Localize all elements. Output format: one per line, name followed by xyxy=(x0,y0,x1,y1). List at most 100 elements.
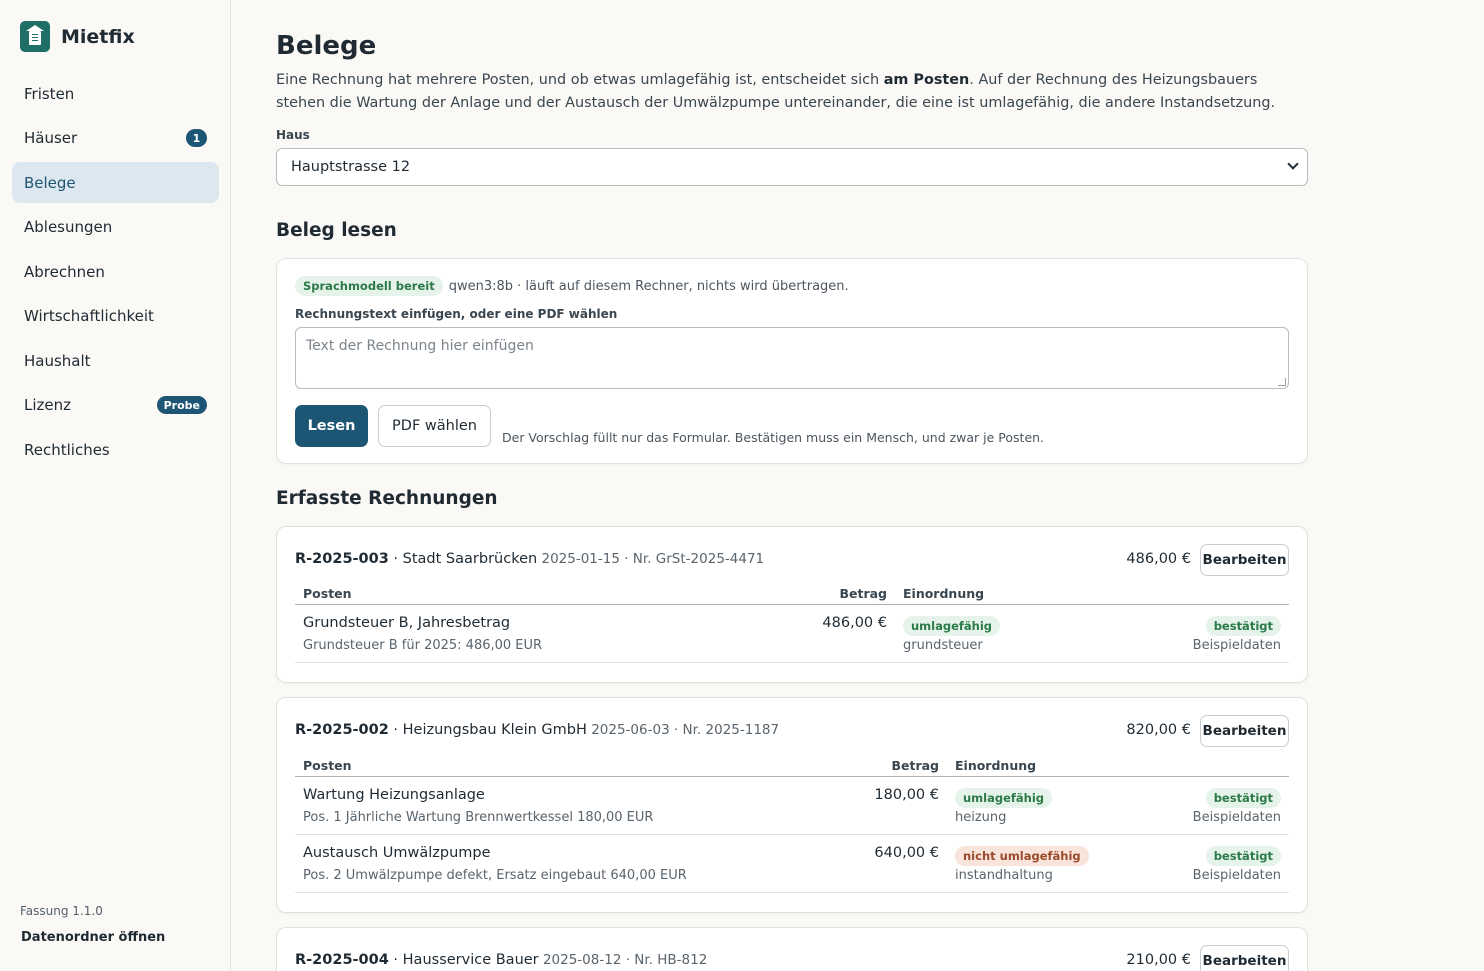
column-header-posten: Posten xyxy=(303,758,352,773)
item-title: Grundsteuer B, Jahresbetrag xyxy=(303,615,511,631)
edit-invoice-button[interactable]: Bearbeiten xyxy=(1200,945,1289,971)
sidebar-item-lizenz[interactable]: Lizenz Probe xyxy=(12,385,219,426)
status-badge: bestätigt xyxy=(1205,788,1281,808)
sidebar: Mietfix Fristen Häuser 1 Belege Ablesung… xyxy=(0,0,231,971)
category-detail: grundsteuer xyxy=(903,638,983,653)
sidebar-nav: Fristen Häuser 1 Belege Ablesungen Abrec… xyxy=(12,73,219,474)
item-source: Beispieldaten xyxy=(1192,638,1281,653)
model-info: qwen3:8b · läuft auf diesem Rechner, nic… xyxy=(448,278,849,294)
page-intro: Eine Rechnung hat mehrere Posten, und ob… xyxy=(276,69,1308,115)
beleg-lesen-card: Sprachmodell bereit qwen3:8b · läuft auf… xyxy=(276,258,1308,464)
table-header: Posten Betrag Einordnung xyxy=(295,751,1289,777)
category-detail: instandhaltung xyxy=(955,868,1053,883)
category-badge: umlagefähig xyxy=(955,788,1053,808)
version-label: Fassung 1.1.0 xyxy=(20,904,103,918)
sidebar-item-label: Rechtliches xyxy=(24,440,110,459)
invoice-text-input[interactable]: Text der Rechnung hier einfügen xyxy=(295,327,1289,389)
item-source: Beispieldaten xyxy=(1192,810,1281,825)
item-title: Austausch Umwälzpumpe xyxy=(303,845,491,861)
invoice-vendor: · Heizungsbau Klein GmbH xyxy=(388,722,587,738)
intro-emphasis: am Posten xyxy=(883,72,970,88)
category-detail: heizung xyxy=(955,810,1007,825)
status-badge: bestätigt xyxy=(1205,616,1281,636)
section-heading-beleg-lesen: Beleg lesen xyxy=(276,220,397,241)
sidebar-item-belege[interactable]: Belege xyxy=(12,162,219,203)
invoice-total: 820,00 € xyxy=(1126,722,1191,738)
edit-invoice-button[interactable]: Bearbeiten xyxy=(1200,715,1289,747)
resize-grip-icon[interactable] xyxy=(1278,378,1286,386)
item-description: Pos. 1 Jährliche Wartung Brennwertkessel… xyxy=(303,810,654,825)
app-logo-icon xyxy=(20,21,50,52)
sidebar-item-wirtschaftlichkeit[interactable]: Wirtschaftlichkeit xyxy=(12,296,219,337)
sidebar-item-label: Belege xyxy=(24,173,76,192)
item-source: Beispieldaten xyxy=(1192,868,1281,883)
app-name: Mietfix xyxy=(61,25,135,48)
table-row[interactable]: Wartung Heizungsanlage Pos. 1 Jährliche … xyxy=(295,777,1289,835)
invoice-items-table: Posten Betrag Einordnung Grundsteuer B, … xyxy=(295,579,1289,663)
column-header-betrag: Betrag xyxy=(839,586,887,601)
invoice-card: R-2025-004 · Hausservice Bauer 2025-08-1… xyxy=(276,927,1308,971)
sidebar-item-label: Abrechnen xyxy=(24,262,105,281)
reader-hint: Der Vorschlag füllt nur das Formular. Be… xyxy=(502,430,1045,445)
invoice-header: R-2025-003 · Stadt Saarbrücken 2025-01-1… xyxy=(295,551,764,567)
invoice-header: R-2025-004 · Hausservice Bauer 2025-08-1… xyxy=(295,952,707,968)
item-amount: 640,00 € xyxy=(874,845,939,861)
sidebar-item-haeuser[interactable]: Häuser 1 xyxy=(12,118,219,159)
category-badge: umlagefähig xyxy=(903,616,1001,636)
column-header-posten: Posten xyxy=(303,586,352,601)
count-badge: 1 xyxy=(186,129,207,147)
invoice-total: 210,00 € xyxy=(1126,952,1191,968)
invoice-meta: 2025-01-15 · Nr. GrSt-2025-4471 xyxy=(537,551,765,567)
sidebar-item-haushalt[interactable]: Haushalt xyxy=(12,340,219,381)
invoice-text-label: Rechnungstext einfügen, oder eine PDF wä… xyxy=(295,307,618,321)
column-header-einordnung: Einordnung xyxy=(903,586,985,601)
item-title: Wartung Heizungsanlage xyxy=(303,787,485,803)
table-header: Posten Betrag Einordnung xyxy=(295,579,1289,605)
sidebar-item-rechtliches[interactable]: Rechtliches xyxy=(12,429,219,470)
model-status-row: Sprachmodell bereit qwen3:8b · läuft auf… xyxy=(295,276,849,296)
section-heading-invoices: Erfasste Rechnungen xyxy=(276,488,498,509)
probe-badge: Probe xyxy=(156,396,207,414)
read-button[interactable]: Lesen xyxy=(295,405,368,447)
haus-selected-value: Hauptstrasse 12 xyxy=(291,159,411,175)
sidebar-item-fristen[interactable]: Fristen xyxy=(12,73,219,114)
invoice-number: R-2025-004 xyxy=(295,952,389,968)
brand[interactable]: Mietfix xyxy=(20,21,135,52)
choose-pdf-button[interactable]: PDF wählen xyxy=(378,405,491,447)
item-amount: 180,00 € xyxy=(874,787,939,803)
sidebar-item-ablesungen[interactable]: Ablesungen xyxy=(12,207,219,248)
category-badge: nicht umlagefähig xyxy=(955,846,1089,866)
haus-select[interactable]: Hauptstrasse 12 xyxy=(276,148,1308,186)
model-status-badge: Sprachmodell bereit xyxy=(295,276,443,296)
sidebar-item-abrechnen[interactable]: Abrechnen xyxy=(12,251,219,292)
sidebar-item-label: Ablesungen xyxy=(24,218,113,236)
page-title: Belege xyxy=(276,31,377,61)
invoice-meta: 2025-06-03 · Nr. 2025-1187 xyxy=(586,722,780,738)
status-badge: bestätigt xyxy=(1205,846,1281,866)
haus-label: Haus xyxy=(276,128,310,142)
item-amount: 486,00 € xyxy=(822,615,887,631)
sidebar-item-label: Lizenz xyxy=(24,396,72,414)
invoice-card: R-2025-003 · Stadt Saarbrücken 2025-01-1… xyxy=(276,526,1308,683)
invoice-number: R-2025-002 xyxy=(295,722,389,738)
chevron-down-icon xyxy=(1287,158,1299,170)
invoice-card: R-2025-002 · Heizungsbau Klein GmbH 2025… xyxy=(276,697,1308,913)
edit-invoice-button[interactable]: Bearbeiten xyxy=(1200,544,1289,576)
invoice-meta: 2025-08-12 · Nr. HB-812 xyxy=(538,952,708,968)
sidebar-item-label: Wirtschaftlichkeit xyxy=(24,307,154,325)
intro-text: Eine Rechnung hat mehrere Posten, und ob… xyxy=(276,72,884,88)
item-description: Grundsteuer B für 2025: 486,00 EUR xyxy=(303,638,543,653)
invoice-vendor: · Stadt Saarbrücken xyxy=(388,551,538,567)
column-header-einordnung: Einordnung xyxy=(955,758,1037,773)
invoice-items-table: Posten Betrag Einordnung Wartung Heizung… xyxy=(295,751,1289,893)
invoice-vendor: · Hausservice Bauer xyxy=(388,952,539,968)
invoice-number: R-2025-003 xyxy=(295,551,389,567)
table-row[interactable]: Austausch Umwälzpumpe Pos. 2 Umwälzpumpe… xyxy=(295,835,1289,893)
sidebar-item-label: Fristen xyxy=(24,84,75,103)
invoice-total: 486,00 € xyxy=(1126,551,1191,567)
open-data-folder-link[interactable]: Datenordner öffnen xyxy=(21,930,165,945)
column-header-betrag: Betrag xyxy=(891,758,939,773)
item-description: Pos. 2 Umwälzpumpe defekt, Ersatz eingeb… xyxy=(303,868,687,883)
table-row[interactable]: Grundsteuer B, Jahresbetrag Grundsteuer … xyxy=(295,605,1289,663)
sidebar-item-label: Haushalt xyxy=(24,351,91,370)
